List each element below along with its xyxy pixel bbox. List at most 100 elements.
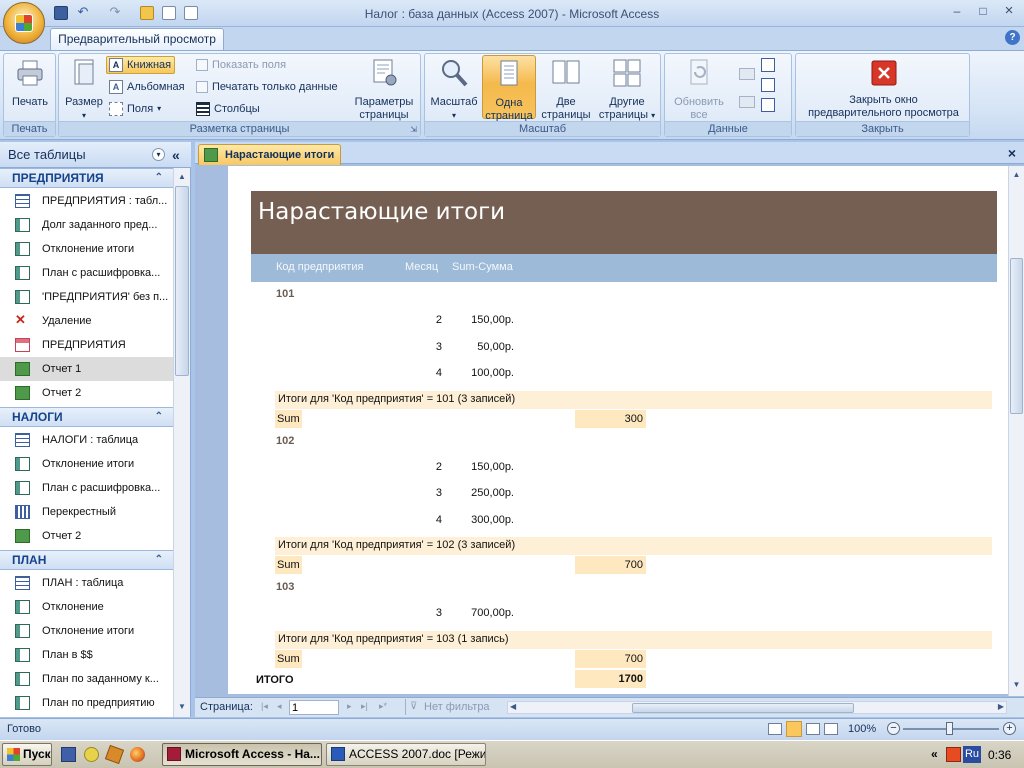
nav-item[interactable]: Долг заданного пред...: [0, 213, 173, 237]
margins-button[interactable]: Поля ▾: [109, 100, 161, 118]
export-more-icon[interactable]: [761, 98, 775, 112]
prev-page-icon[interactable]: ◂: [277, 701, 282, 712]
scroll-left-icon[interactable]: ◀: [510, 702, 516, 711]
size-button[interactable]: Размер ▾: [61, 58, 107, 122]
one-page-button[interactable]: Одна страница: [482, 55, 536, 122]
help-icon[interactable]: ?: [1005, 30, 1020, 45]
view-report-icon[interactable]: [768, 723, 782, 735]
columns-button[interactable]: Столбцы: [196, 100, 260, 118]
export-word-icon[interactable]: [761, 58, 775, 72]
new-record-icon[interactable]: ▸*: [379, 701, 387, 712]
start-button[interactable]: Пуск: [2, 743, 52, 766]
nav-item[interactable]: ✕ Удаление: [0, 309, 173, 333]
language-indicator[interactable]: Ru: [963, 746, 981, 763]
nav-item[interactable]: План по предприятию: [0, 691, 173, 715]
nav-section-header[interactable]: ПЛАН ⌃: [0, 550, 173, 570]
nav-item[interactable]: Отчет 2: [0, 524, 173, 548]
maximize-button[interactable]: □: [970, 2, 996, 20]
report-vertical-scrollbar[interactable]: ▲ ▼: [1008, 166, 1024, 696]
nav-item[interactable]: План по заданному к...: [0, 667, 173, 691]
nav-item[interactable]: Отчет 1: [0, 357, 173, 381]
print-data-only-checkbox[interactable]: Печатать только данные: [196, 78, 338, 96]
document-tab-report[interactable]: Нарастающие итоги: [198, 144, 341, 165]
scroll-up-icon[interactable]: ▲: [1010, 168, 1023, 182]
collapse-section-icon[interactable]: ⌃: [155, 169, 163, 187]
collapse-section-icon[interactable]: ⌃: [155, 551, 163, 569]
export-sharepoint-icon[interactable]: [739, 96, 755, 108]
grand-total-label: ИТОГО: [256, 674, 294, 686]
horizontal-scrollbar[interactable]: ◀ ▶: [507, 701, 1007, 714]
view-print-preview-icon[interactable]: [786, 721, 802, 737]
nav-item[interactable]: Отклонение итоги: [0, 619, 173, 643]
quicklaunch-desktop-icon[interactable]: [61, 747, 76, 762]
firefox-icon[interactable]: [130, 747, 145, 762]
zoom-in-icon[interactable]: +: [1003, 722, 1016, 735]
view-layout-icon[interactable]: [806, 723, 820, 735]
nav-item[interactable]: 'ПРЕДПРИЯТИЯ' без п...: [0, 285, 173, 309]
nav-item[interactable]: Отклонение: [0, 595, 173, 619]
two-pages-button[interactable]: Две страницы: [539, 58, 593, 122]
portrait-button[interactable]: A Книжная: [106, 56, 176, 74]
nav-pane-collapse-icon[interactable]: «: [172, 142, 180, 168]
nav-scroll-thumb[interactable]: [175, 186, 189, 376]
nav-scroll-up-icon[interactable]: ▲: [175, 170, 189, 184]
nav-pane-scrollbar[interactable]: ▲ ▼: [173, 168, 190, 717]
last-page-icon[interactable]: ▸|: [361, 701, 368, 712]
nav-item[interactable]: Перекрестный: [0, 500, 173, 524]
nav-item[interactable]: ПЛАН : таблица: [0, 571, 173, 595]
taskbar-access-button[interactable]: Microsoft Access - На...: [162, 743, 322, 766]
nav-section-header[interactable]: НАЛОГИ ⌃: [0, 407, 173, 427]
nav-item[interactable]: ПРЕДПРИЯТИЯ : табл...: [0, 189, 173, 213]
columns-icon: [196, 102, 210, 116]
zoom-button[interactable]: Масштаб ▾: [427, 58, 481, 122]
first-page-icon[interactable]: |◂: [261, 701, 268, 712]
dialog-launcher-icon[interactable]: ⇲: [410, 125, 417, 134]
scroll-right-icon[interactable]: ▶: [998, 702, 1004, 711]
landscape-button[interactable]: A Альбомная: [109, 78, 185, 96]
close-window-button[interactable]: ×: [996, 2, 1022, 20]
view-design-icon[interactable]: [824, 723, 838, 735]
tray-app-icon[interactable]: [946, 747, 961, 762]
page-number-input[interactable]: [289, 700, 339, 715]
zoom-slider-thumb[interactable]: [946, 722, 953, 735]
office-button[interactable]: [3, 2, 45, 44]
scroll-down-icon[interactable]: ▼: [1010, 678, 1023, 692]
nav-scroll-down-icon[interactable]: ▼: [175, 700, 189, 714]
nav-item[interactable]: НАЛОГИ : таблица: [0, 428, 173, 452]
export-text-icon[interactable]: [761, 78, 775, 92]
collapse-section-icon[interactable]: ⌃: [155, 408, 163, 426]
print-data-only-check[interactable]: [196, 81, 208, 93]
page-setup-button[interactable]: Параметры страницы: [349, 58, 419, 122]
close-document-button[interactable]: ×: [1004, 145, 1020, 161]
nav-item[interactable]: План с расшифровка...: [0, 476, 173, 500]
filter-indicator[interactable]: ⊽ Нет фильтра: [405, 699, 497, 715]
nav-item[interactable]: Отчет 2: [0, 381, 173, 405]
close-preview-button[interactable]: Закрыть окно предварительного просмотра: [798, 60, 969, 120]
nav-item-label: ПРЕДПРИЯТИЯ : табл...: [42, 195, 168, 207]
show-margins-check[interactable]: [196, 59, 208, 71]
nav-pane-dropdown-icon[interactable]: ▾: [152, 148, 165, 161]
nav-item[interactable]: Отклонение итоги: [0, 237, 173, 261]
export-excel-icon[interactable]: [739, 68, 755, 80]
nav-item[interactable]: ПРЕДПРИЯТИЯ: [0, 333, 173, 357]
next-page-icon[interactable]: ▸: [347, 701, 352, 712]
taskbar-word-button[interactable]: ACCESS 2007.doc [Режи...: [326, 743, 486, 766]
horizontal-scroll-thumb[interactable]: [632, 703, 854, 713]
tray-expand-icon[interactable]: «: [931, 747, 938, 761]
zoom-out-icon[interactable]: −: [887, 722, 900, 735]
nav-item[interactable]: План в $$: [0, 643, 173, 667]
nav-item[interactable]: Отклонение итоги: [0, 452, 173, 476]
paper-size-icon: [74, 59, 94, 85]
refresh-all-button[interactable]: Обновить все: [667, 58, 731, 122]
nav-pane-header[interactable]: Все таблицы ▾ «: [0, 142, 191, 168]
more-pages-button[interactable]: Другие страницы ▾: [595, 58, 659, 122]
tab-print-preview[interactable]: Предварительный просмотр: [50, 28, 224, 51]
nav-section-header[interactable]: ПРЕДПРИЯТИЯ ⌃: [0, 168, 173, 188]
form-icon: [15, 338, 30, 352]
show-margins-checkbox[interactable]: Показать поля: [196, 56, 286, 74]
quicklaunch-app-icon[interactable]: [84, 747, 99, 762]
minimize-button[interactable]: –: [944, 2, 970, 20]
nav-item[interactable]: План с расшифровка...: [0, 261, 173, 285]
print-button[interactable]: Печать: [6, 58, 54, 109]
vertical-scroll-thumb[interactable]: [1010, 258, 1023, 414]
